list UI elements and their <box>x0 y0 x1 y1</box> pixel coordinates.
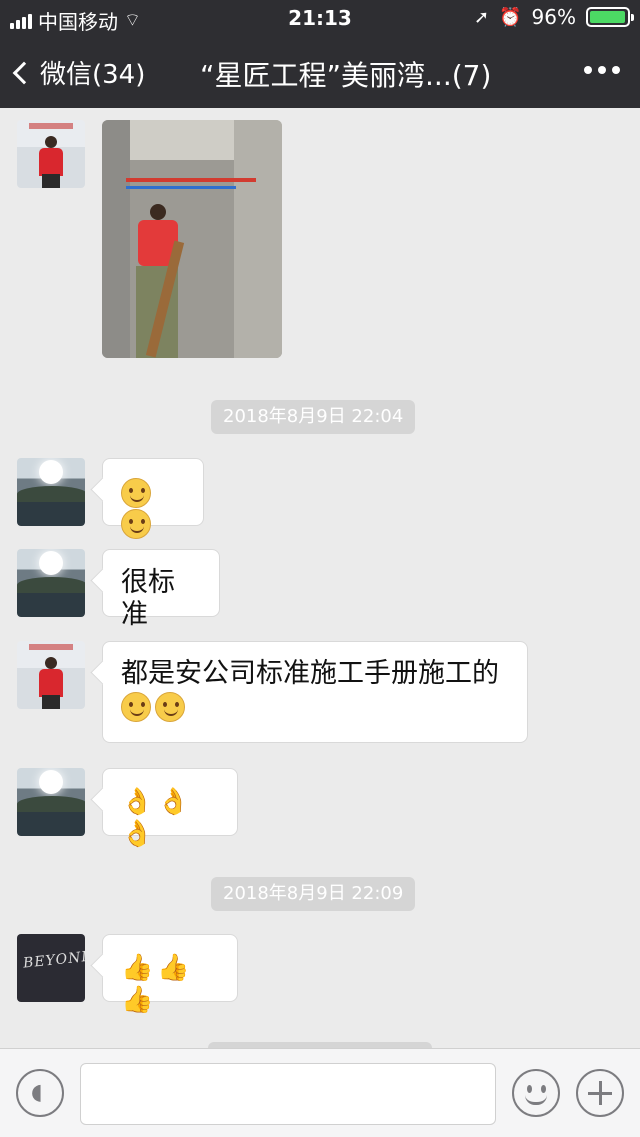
back-label: 微信(34) <box>40 60 146 90</box>
smile-emoji-icon <box>121 691 151 722</box>
battery-percent: 96% <box>531 5 576 29</box>
message-text: 很标准 <box>121 567 175 630</box>
avatar[interactable] <box>17 641 85 709</box>
battery-fill <box>590 11 625 23</box>
nav-bar: 微信(34) “星匠工程”美丽湾...(7) <box>0 36 640 108</box>
message-bubble[interactable]: 👌 👌👌 <box>102 768 238 849</box>
add-button[interactable] <box>576 1069 624 1117</box>
voice-icon: ◖ <box>31 1080 43 1105</box>
message-bubble[interactable]: 👍 👍👍 <box>102 934 238 1015</box>
top-bar: 中国移动 ⌔ 21:13 ➚ ⏰ 96% 微信(34) “星匠工程”美丽湾...… <box>0 0 640 108</box>
chat-area[interactable]: 2018年8月9日 22:04 很标准 都是安公司标准施工手册施工的 👌 👌👌 2… <box>0 108 640 1048</box>
status-bar: 中国移动 ⌔ 21:13 ➚ ⏰ 96% <box>0 0 640 36</box>
chat-title: “星匠工程”美丽湾...(7) <box>200 59 492 92</box>
message-bubble[interactable]: 都是安公司标准施工手册施工的 <box>102 641 528 743</box>
avatar[interactable] <box>17 120 85 188</box>
more-dots-icon <box>584 66 592 74</box>
emoji-face-icon <box>527 1085 532 1093</box>
avatar[interactable] <box>17 549 85 617</box>
ok-hand-emoji-icon: 👌 <box>121 787 154 817</box>
emoji-button[interactable] <box>512 1069 560 1117</box>
thumbs-up-emoji-icon: 👍 <box>157 953 190 983</box>
message-bubble[interactable]: 很标准 <box>102 549 220 630</box>
chevron-left-icon <box>12 61 36 84</box>
avatar[interactable] <box>17 768 85 836</box>
smile-emoji-icon <box>121 509 151 539</box>
smile-emoji-icon <box>121 477 151 508</box>
input-bar: ◖ <box>0 1048 640 1137</box>
ok-hand-emoji-icon: 👌 <box>157 787 190 817</box>
voice-button[interactable]: ◖ <box>16 1069 64 1117</box>
avatar[interactable]: BEYOND <box>17 934 85 1002</box>
avatar[interactable] <box>17 458 85 526</box>
timestamp: 2018年8月9日 22:04 <box>211 400 416 434</box>
battery-icon <box>586 7 634 27</box>
thumbs-up-emoji-icon: 👍 <box>121 985 154 1015</box>
alarm-icon: ⏰ <box>499 6 522 28</box>
message-bubble[interactable] <box>102 458 204 539</box>
back-button[interactable]: 微信(34) <box>12 54 146 91</box>
more-button[interactable] <box>584 66 620 74</box>
location-icon: ➚ <box>474 6 490 28</box>
avatar-text: BEYOND <box>22 948 85 972</box>
ok-hand-emoji-icon: 👌 <box>121 819 154 849</box>
smile-emoji-icon <box>155 691 185 722</box>
status-right: ➚ ⏰ 96% <box>474 5 634 29</box>
message-image[interactable] <box>102 120 282 358</box>
timestamp: 2018年8月9日 22:09 <box>211 877 416 911</box>
message-input[interactable] <box>80 1063 496 1125</box>
thumbs-up-emoji-icon: 👍 <box>121 953 154 983</box>
message-text: 都是安公司标准施工手册施工的 <box>121 658 499 689</box>
